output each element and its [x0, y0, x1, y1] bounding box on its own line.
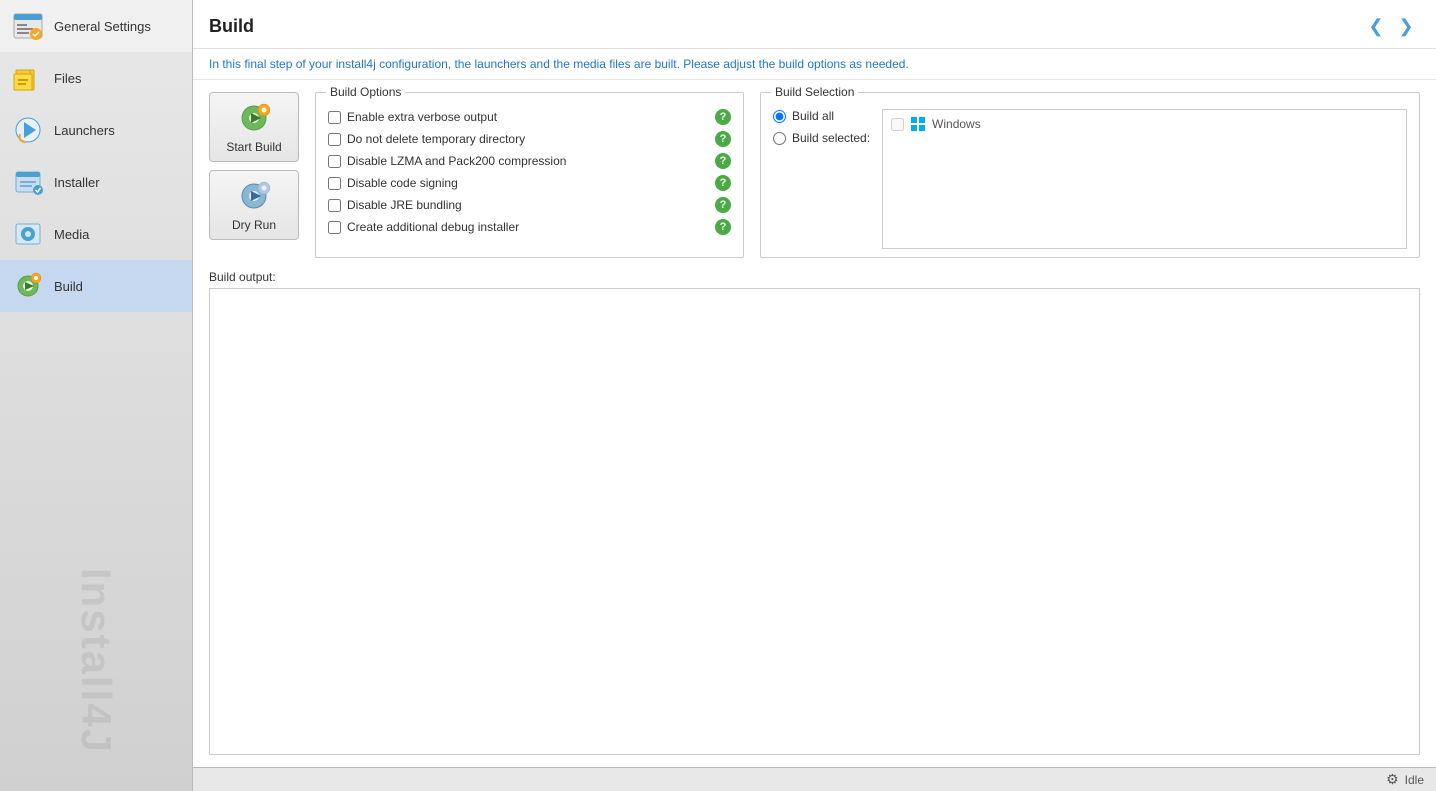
build-selection-panel: Build Selection Build all Build selected…	[760, 92, 1420, 258]
verbose-help-icon[interactable]: ?	[715, 109, 731, 125]
build-output-area[interactable]	[209, 288, 1420, 755]
windows-label: Windows	[932, 117, 981, 131]
top-section: Start Build Dry Run	[209, 92, 1420, 258]
disable-jre-label: Disable JRE bundling	[347, 198, 709, 212]
no-delete-tmp-label: Do not delete temporary directory	[347, 132, 709, 146]
selection-list: Windows	[882, 109, 1407, 249]
start-build-icon	[236, 100, 272, 136]
sidebar-item-label: Launchers	[54, 123, 115, 138]
build-options-panel: Build Options Enable extra verbose outpu…	[315, 92, 744, 258]
sidebar-item-general-settings[interactable]: General Settings	[0, 0, 192, 52]
subtitle: In this final step of your install4j con…	[193, 49, 1436, 80]
build-output-label: Build output:	[209, 270, 1420, 284]
start-build-label: Start Build	[226, 140, 281, 154]
option-debug-installer: Create additional debug installer ?	[328, 219, 731, 235]
files-icon	[12, 62, 44, 94]
debug-installer-help-icon[interactable]: ?	[715, 219, 731, 235]
sidebar-item-files[interactable]: Files	[0, 52, 192, 104]
dry-run-label: Dry Run	[232, 218, 276, 232]
option-no-delete-tmp: Do not delete temporary directory ?	[328, 131, 731, 147]
sidebar-item-build[interactable]: Build	[0, 260, 192, 312]
disable-lzma-help-icon[interactable]: ?	[715, 153, 731, 169]
disable-signing-checkbox[interactable]	[328, 177, 341, 190]
verbose-checkbox[interactable]	[328, 111, 341, 124]
build-all-label: Build all	[792, 109, 834, 123]
option-disable-signing: Disable code signing ?	[328, 175, 731, 191]
debug-installer-checkbox[interactable]	[328, 221, 341, 234]
status-text: Idle	[1405, 773, 1424, 787]
buttons-panel: Start Build Dry Run	[209, 92, 299, 258]
disable-signing-help-icon[interactable]: ?	[715, 175, 731, 191]
sidebar-item-label: General Settings	[54, 19, 151, 34]
general-settings-icon	[12, 10, 44, 42]
sidebar-item-label: Build	[54, 279, 83, 294]
build-output-section: Build output:	[209, 270, 1420, 755]
media-icon	[12, 218, 44, 250]
option-disable-jre: Disable JRE bundling ?	[328, 197, 731, 213]
build-options-legend: Build Options	[326, 85, 405, 99]
installer-icon	[12, 166, 44, 198]
sidebar-item-media[interactable]: Media	[0, 208, 192, 260]
windows-checkbox[interactable]	[891, 118, 904, 131]
sidebar-item-label: Files	[54, 71, 81, 86]
build-all-radio[interactable]	[773, 110, 786, 123]
sidebar-item-launchers[interactable]: Launchers	[0, 104, 192, 156]
build-selected-row: Build selected:	[773, 131, 870, 145]
build-icon	[12, 270, 44, 302]
option-verbose: Enable extra verbose output ?	[328, 109, 731, 125]
build-options-content: Enable extra verbose output ? Do not del…	[328, 109, 731, 235]
page-title: Build	[209, 16, 254, 37]
main-header: Build ❮ ❯	[193, 0, 1436, 49]
status-spinner-icon: ⚙	[1386, 771, 1399, 788]
no-delete-tmp-checkbox[interactable]	[328, 133, 341, 146]
verbose-label: Enable extra verbose output	[347, 110, 709, 124]
disable-lzma-checkbox[interactable]	[328, 155, 341, 168]
disable-lzma-label: Disable LZMA and Pack200 compression	[347, 154, 709, 168]
disable-jre-help-icon[interactable]: ?	[715, 197, 731, 213]
sidebar: General Settings Files Launchers	[0, 0, 193, 791]
build-all-row: Build all	[773, 109, 870, 123]
disable-signing-label: Disable code signing	[347, 176, 709, 190]
build-selected-radio[interactable]	[773, 132, 786, 145]
sidebar-item-label: Installer	[54, 175, 100, 190]
start-build-button[interactable]: Start Build	[209, 92, 299, 162]
next-button[interactable]: ❯	[1392, 12, 1420, 40]
nav-arrows: ❮ ❯	[1362, 12, 1420, 40]
launchers-icon	[12, 114, 44, 146]
selection-content: Build all Build selected:	[773, 109, 1407, 249]
build-selection-legend: Build Selection	[771, 85, 858, 99]
sidebar-watermark: Install4J	[0, 561, 192, 761]
status-bar: ⚙ Idle	[193, 767, 1436, 791]
no-delete-tmp-help-icon[interactable]: ?	[715, 131, 731, 147]
dry-run-icon	[236, 178, 272, 214]
build-selected-label: Build selected:	[792, 131, 870, 145]
sidebar-item-label: Media	[54, 227, 89, 242]
content-area: Start Build Dry Run	[193, 80, 1436, 767]
prev-button[interactable]: ❮	[1362, 12, 1390, 40]
sidebar-item-installer[interactable]: Installer	[0, 156, 192, 208]
option-disable-lzma: Disable LZMA and Pack200 compression ?	[328, 153, 731, 169]
main-content: Build ❮ ❯ In this final step of your ins…	[193, 0, 1436, 791]
list-item: Windows	[887, 114, 1402, 134]
windows-icon	[910, 116, 926, 132]
radio-group: Build all Build selected:	[773, 109, 870, 249]
disable-jre-checkbox[interactable]	[328, 199, 341, 212]
debug-installer-label: Create additional debug installer	[347, 220, 709, 234]
dry-run-button[interactable]: Dry Run	[209, 170, 299, 240]
